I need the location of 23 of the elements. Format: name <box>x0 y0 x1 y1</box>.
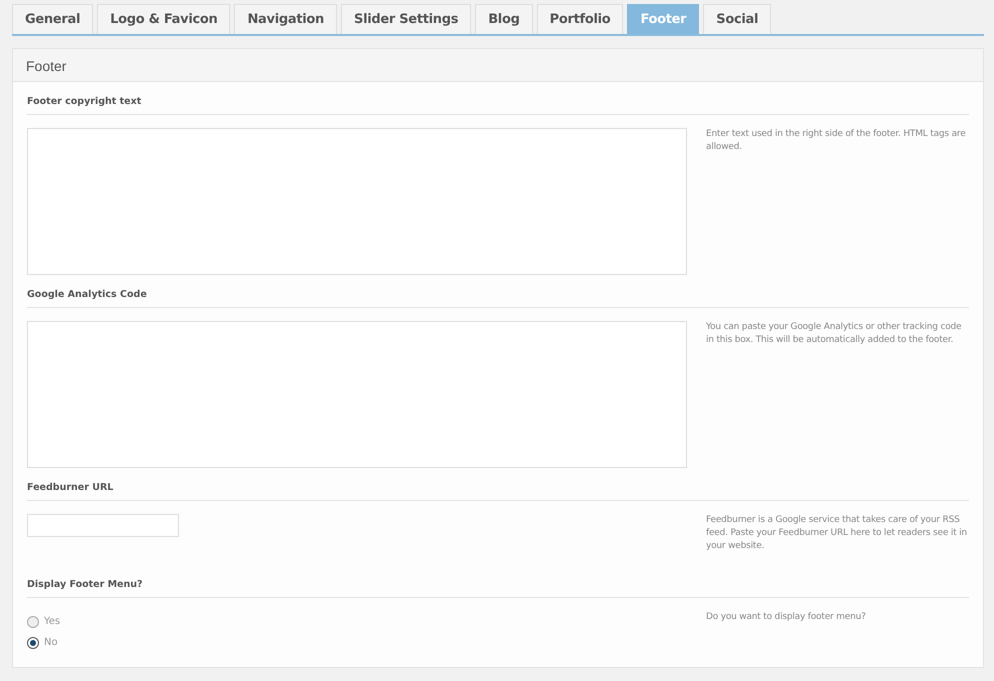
radio-label: No <box>44 637 58 648</box>
input-field[interactable] <box>27 514 179 537</box>
field-description: Do you want to display footer menu? <box>706 611 867 624</box>
tab[interactable]: Navigation <box>234 4 337 34</box>
tab[interactable]: Social <box>703 4 772 34</box>
radio-button[interactable] <box>27 616 39 628</box>
field-description: You can paste your Google Analytics or other tracking code in this box. This will be automatically added to the footer. <box>706 321 962 347</box>
field-label: Display Footer Menu? <box>27 579 969 598</box>
tab[interactable]: Slider Settings <box>341 4 472 34</box>
radio-button[interactable] <box>27 636 39 648</box>
field-label: Footer copyright text <box>27 96 969 115</box>
field-description: Enter text used in the right side of the footer. HTML tags are allowed. <box>706 128 967 154</box>
tab[interactable]: Portfolio <box>536 4 624 34</box>
tab[interactable]: Blog <box>475 4 533 34</box>
field-label: Feedburner URL <box>27 482 969 501</box>
text-area[interactable] <box>27 128 687 275</box>
panel-title: Footer <box>26 58 66 74</box>
field-label: Google Analytics Code <box>27 289 969 308</box>
text-area[interactable] <box>27 321 687 468</box>
tab[interactable]: General <box>12 4 94 34</box>
tab[interactable]: Logo & Favicon <box>97 4 230 34</box>
field-description: Feedburner is a Google service that takes care of your RSS feed. Paste your Feedburner URL here to let readers see it in your website. <box>706 514 968 553</box>
radio-label: Yes <box>44 616 60 627</box>
